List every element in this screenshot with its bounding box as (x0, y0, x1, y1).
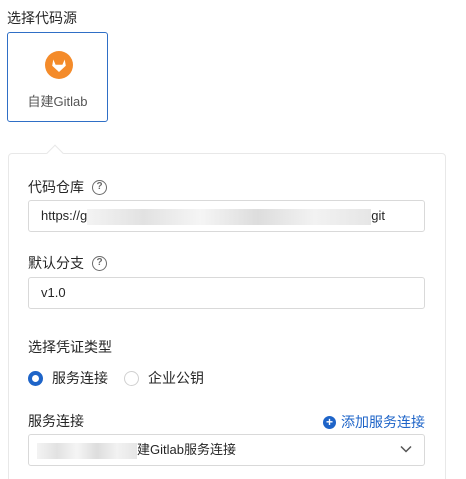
radio-label: 服务连接 (52, 370, 108, 386)
credential-type-radio-group: 服务连接 企业公钥 (28, 368, 220, 388)
radio-enterprise-key[interactable]: 企业公钥 (124, 368, 204, 388)
branch-input[interactable]: v1.0 (28, 277, 425, 309)
pipeline-source-config: 选择代码源 自建Gitlab 代码仓库 ? https://g git 默认分支 … (0, 0, 466, 479)
credential-type-label: 选择凭证类型 (28, 339, 112, 355)
service-connection-value: 建Gitlab服务连接 (137, 442, 236, 457)
repo-url-suffix: git (371, 208, 385, 223)
source-card-label: 自建Gitlab (27, 94, 88, 109)
section-title: 选择代码源 (7, 10, 77, 26)
gitlab-icon (45, 51, 73, 79)
branch-label-text: 默认分支 (28, 255, 84, 271)
repo-url-input[interactable]: https://g git (28, 200, 425, 232)
branch-value: v1.0 (41, 285, 66, 300)
masked-text (37, 442, 137, 459)
help-icon[interactable]: ? (92, 255, 107, 271)
radio-unchecked-icon (124, 370, 139, 386)
radio-label: 企业公钥 (148, 370, 204, 386)
service-connection-select[interactable]: 建Gitlab服务连接 (28, 434, 425, 466)
repo-field-label: 代码仓库 ? (28, 178, 107, 196)
repo-url-prefix: https://g (41, 208, 88, 223)
service-connection-label: 服务连接 (28, 413, 84, 429)
plus-circle-icon: + (323, 415, 336, 429)
chevron-down-icon (400, 445, 412, 453)
masked-text (87, 208, 372, 225)
radio-service-connection[interactable]: 服务连接 (28, 368, 108, 388)
add-link-label: 添加服务连接 (341, 414, 425, 430)
help-icon[interactable]: ? (92, 179, 107, 195)
repo-label-text: 代码仓库 (28, 179, 84, 195)
source-card-gitlab[interactable]: 自建Gitlab (7, 32, 108, 122)
add-service-connection-link[interactable]: + 添加服务连接 (323, 412, 425, 432)
radio-checked-icon (28, 370, 43, 386)
branch-field-label: 默认分支 ? (28, 254, 107, 272)
